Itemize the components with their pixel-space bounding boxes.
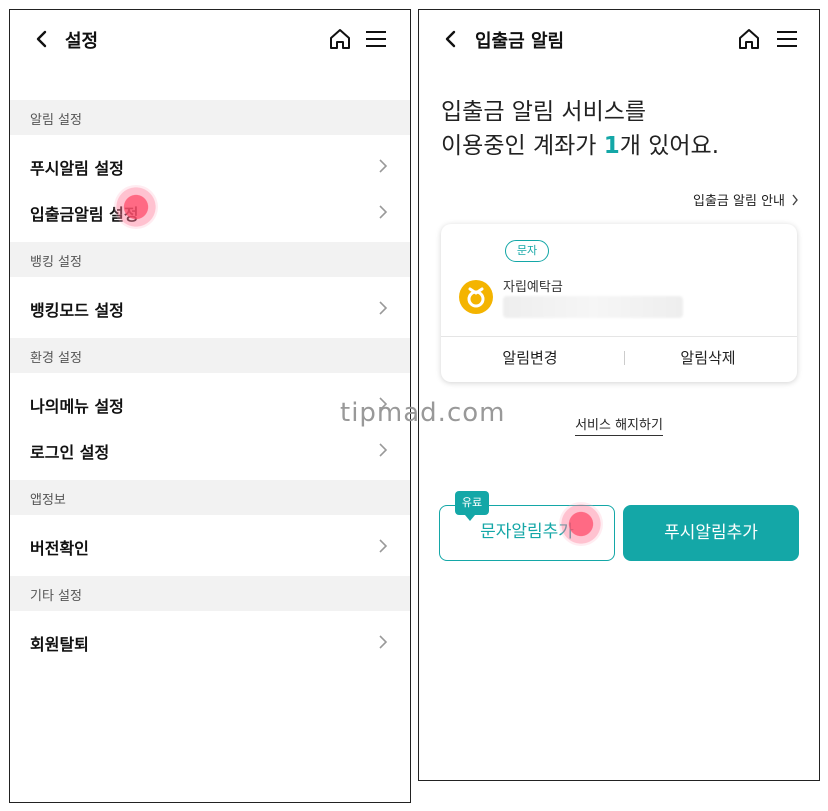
chevron-right-icon bbox=[378, 442, 388, 458]
menu-item-label: 뱅킹모드 설정 bbox=[30, 301, 124, 320]
menu-item-banking-mode[interactable]: 뱅킹모드 설정 bbox=[10, 284, 410, 330]
tap-indicator bbox=[559, 502, 603, 546]
menu-item-label: 로그인 설정 bbox=[30, 443, 110, 462]
menu-item-label: 버전확인 bbox=[30, 539, 89, 558]
section-header-environment: 환경 설정 bbox=[10, 338, 410, 373]
home-icon[interactable] bbox=[737, 27, 761, 51]
headline-line-1: 입출금 알림 서비스를 bbox=[441, 99, 647, 125]
tap-indicator bbox=[114, 185, 158, 229]
menu-item-label: 나의메뉴 설정 bbox=[30, 397, 124, 416]
add-push-alert-button[interactable]: 푸시알림추가 bbox=[623, 505, 799, 561]
paid-tag: 유료 bbox=[455, 491, 489, 521]
page-title: 설정 bbox=[65, 31, 99, 52]
menu-item-withdraw-membership[interactable]: 회원탈퇴 bbox=[10, 618, 410, 664]
menu-item-version-check[interactable]: 버전확인 bbox=[10, 522, 410, 568]
account-count: 1 bbox=[603, 133, 620, 159]
sms-badge: 문자 bbox=[505, 240, 549, 262]
section-header-etc: 기타 설정 bbox=[10, 576, 410, 611]
chevron-right-icon bbox=[378, 538, 388, 554]
hamburger-menu-icon[interactable] bbox=[364, 27, 388, 51]
page-title: 입출금 알림 bbox=[475, 31, 565, 52]
section-header-notification: 알림 설정 bbox=[10, 100, 410, 135]
hamburger-menu-icon[interactable] bbox=[775, 27, 799, 51]
back-icon[interactable] bbox=[443, 30, 459, 48]
back-icon[interactable] bbox=[34, 30, 50, 48]
watermark: tipmad.com bbox=[340, 398, 506, 428]
bank-logo-icon bbox=[459, 280, 493, 314]
chevron-right-icon bbox=[378, 204, 388, 220]
menu-item-push-settings[interactable]: 푸시알림 설정 bbox=[10, 142, 410, 188]
menu-item-label: 푸시알림 설정 bbox=[30, 159, 124, 178]
chevron-right-icon bbox=[378, 300, 388, 316]
headline-line-2: 이용중인 계좌가 1개 있어요. bbox=[441, 133, 720, 159]
chevron-right-icon bbox=[791, 194, 799, 206]
section-header-banking: 뱅킹 설정 bbox=[10, 242, 410, 277]
chevron-right-icon bbox=[378, 158, 388, 174]
delete-alert-button[interactable]: 알림삭제 bbox=[619, 336, 797, 382]
menu-item-login-settings[interactable]: 로그인 설정 bbox=[10, 426, 410, 472]
menu-item-deposit-alert-settings[interactable]: 입출금알림 설정 bbox=[10, 188, 410, 234]
account-name: 자립예탁금 bbox=[503, 280, 563, 295]
header: 입출금 알림 bbox=[419, 10, 819, 68]
home-icon[interactable] bbox=[328, 27, 352, 51]
deposit-alert-screen: 입출금 알림 입출금 알림 서비스를 이용중인 계좌가 1개 있어요. 입출금 … bbox=[418, 9, 820, 781]
alert-guide-link[interactable]: 입출금 알림 안내 bbox=[693, 190, 799, 209]
section-header-app-info: 앱정보 bbox=[10, 480, 410, 515]
account-number-blurred bbox=[503, 296, 683, 318]
change-alert-button[interactable]: 알림변경 bbox=[441, 336, 619, 382]
chevron-right-icon bbox=[378, 634, 388, 650]
menu-item-label: 회원탈퇴 bbox=[30, 635, 89, 654]
account-card: 문자 자립예탁금 알림변경 알림삭제 bbox=[441, 224, 797, 382]
header: 설정 bbox=[10, 10, 410, 68]
